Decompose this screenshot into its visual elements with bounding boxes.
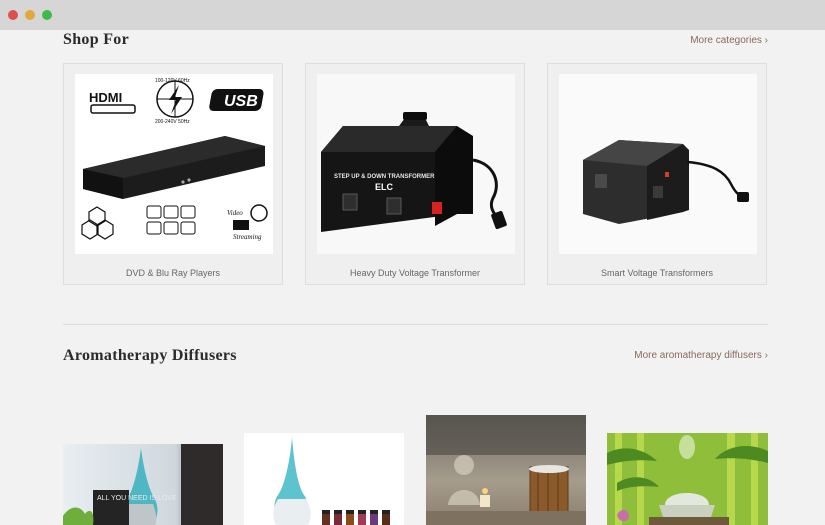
hdmi-logo-text: HDMI	[89, 90, 122, 105]
elc-brand-text: ELC	[375, 182, 394, 192]
diffuser-product-2[interactable]	[244, 433, 404, 525]
aromatherapy-title: Aromatherapy Diffusers	[63, 347, 237, 364]
usb-logo-text: USB	[224, 93, 258, 110]
minimize-window-button[interactable]	[25, 10, 35, 20]
category-card-smart-transformer[interactable]: Smart Voltage Transformers	[547, 63, 767, 285]
category-label-smart-transformer[interactable]: Smart Voltage Transformers	[548, 268, 766, 278]
diffuser-image-4	[607, 433, 768, 525]
diffuser-product-1[interactable]: ALL YOU NEED IS LOVE	[63, 444, 223, 525]
window-titlebar	[0, 0, 825, 30]
diffuser-image-2	[244, 433, 404, 525]
smart-transformer-image[interactable]	[559, 74, 757, 254]
voltage-bottom-text: 200-240V 50Hz	[155, 119, 190, 125]
video-text: Video	[227, 209, 243, 217]
diffuser-image-1: ALL YOU NEED IS LOVE	[63, 444, 223, 525]
all-you-need-text: ALL YOU NEED IS LOVE	[97, 495, 177, 502]
shop-for-title: Shop For	[63, 31, 129, 48]
voltage-transformer-image[interactable]: STEP UP & DOWN TRANSFORMER ELC	[317, 74, 515, 254]
diffuser-product-3[interactable]	[426, 415, 586, 525]
close-window-button[interactable]	[8, 10, 18, 20]
dvd-player-image[interactable]: HDMI 100-120V 60Hz 200-240V 50Hz USB Vid…	[75, 74, 273, 254]
diffuser-product-4[interactable]	[607, 433, 768, 525]
maximize-window-button[interactable]	[42, 10, 52, 20]
streaming-text: Streaming	[233, 233, 262, 241]
category-label-dvd[interactable]: DVD & Blu Ray Players	[64, 268, 282, 278]
category-card-dvd[interactable]: HDMI 100-120V 60Hz 200-240V 50Hz USB Vid…	[63, 63, 283, 285]
category-card-heavy-duty-transformer[interactable]: STEP UP & DOWN TRANSFORMER ELC Heavy Dut…	[305, 63, 525, 285]
diffuser-image-3	[426, 415, 586, 525]
more-aromatherapy-link[interactable]: More aromatherapy diffusers ›	[634, 350, 768, 361]
more-categories-link[interactable]: More categories ›	[690, 35, 768, 46]
transformer-label-text: STEP UP & DOWN TRANSFORMER	[334, 174, 435, 180]
section-divider	[63, 324, 768, 325]
category-label-heavy-duty-transformer[interactable]: Heavy Duty Voltage Transformer	[306, 268, 524, 278]
